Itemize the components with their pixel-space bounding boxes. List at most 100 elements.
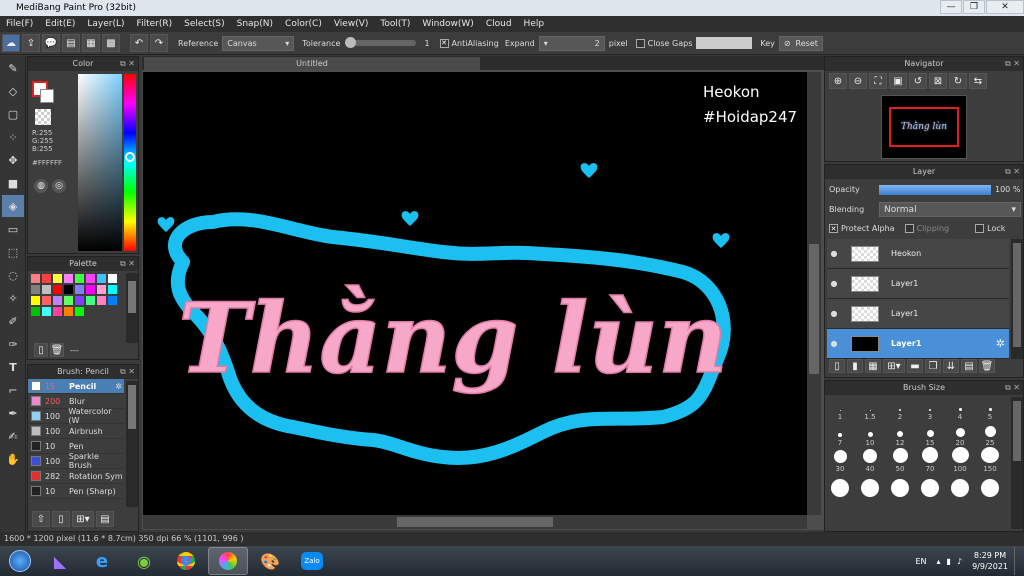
- panel-options-icon[interactable]: ⧉ ✕: [1005, 57, 1020, 71]
- scrollbar-thumb[interactable]: [128, 385, 136, 429]
- panel-options-icon[interactable]: ⧉ ✕: [120, 57, 135, 71]
- layer-settings-icon[interactable]: ▤: [961, 359, 977, 373]
- divide-icon[interactable]: ⌐: [2, 379, 24, 401]
- rectangle-icon[interactable]: ▢: [2, 103, 24, 125]
- fill-rect-icon[interactable]: ■: [2, 172, 24, 194]
- brush-size-option[interactable]: 2: [885, 395, 915, 421]
- layer-scrollbar[interactable]: [1011, 239, 1023, 359]
- taskbar-app-ie[interactable]: e: [82, 547, 122, 575]
- show-desktop-button[interactable]: [1014, 547, 1024, 575]
- palette-swatch[interactable]: [31, 307, 40, 316]
- brush-size-option[interactable]: [915, 473, 945, 499]
- scrollbar-thumb[interactable]: [128, 281, 136, 313]
- select-eraser-icon[interactable]: ✑: [2, 333, 24, 355]
- palette-swatch[interactable]: [97, 296, 106, 305]
- menu-view[interactable]: View(V): [328, 19, 375, 29]
- taskbar-app-visualstudio[interactable]: ◣: [40, 547, 80, 575]
- taskbar-app-green[interactable]: ◉: [124, 547, 164, 575]
- fit-icon[interactable]: ⛶: [869, 73, 887, 89]
- menu-file[interactable]: File(F): [0, 19, 39, 29]
- select-pen-icon[interactable]: ✐: [2, 310, 24, 332]
- taskbar-app-medibang[interactable]: [208, 547, 248, 575]
- reset-rotation-icon[interactable]: ⊠: [929, 73, 947, 89]
- eye-icon[interactable]: ●: [827, 279, 841, 288]
- folder-icon[interactable]: ▬: [907, 359, 923, 373]
- new-page-icon[interactable]: ▯: [34, 343, 48, 357]
- palette-swatch[interactable]: [86, 296, 95, 305]
- zoom-in-icon[interactable]: ⊕: [829, 73, 847, 89]
- eyedropper-icon[interactable]: ✒: [2, 402, 24, 424]
- start-button[interactable]: [2, 547, 38, 575]
- tolerance-slider[interactable]: [345, 37, 417, 48]
- cloud-icon[interactable]: ☁: [2, 34, 20, 52]
- brush-size-option[interactable]: 10: [855, 421, 885, 447]
- layer-item[interactable]: ● Layer1: [827, 299, 1009, 329]
- gear-icon[interactable]: ✲: [996, 337, 1005, 350]
- menu-snap[interactable]: Snap(N): [231, 19, 279, 29]
- text-icon[interactable]: T: [2, 356, 24, 378]
- brush-size-option[interactable]: 25: [975, 421, 1005, 447]
- brush-size-option[interactable]: 3: [915, 395, 945, 421]
- palette-swatch[interactable]: [64, 274, 73, 283]
- palette-swatch[interactable]: [75, 296, 84, 305]
- new-halftone-layer-icon[interactable]: ▮: [847, 359, 863, 373]
- eraser-icon[interactable]: ◇: [2, 80, 24, 102]
- palette-swatch[interactable]: [75, 285, 84, 294]
- navigator-thumbnail[interactable]: Thằng lùn: [881, 95, 967, 159]
- eye-icon[interactable]: ●: [827, 339, 841, 348]
- palette-swatch[interactable]: [42, 307, 51, 316]
- brush-size-option[interactable]: [825, 473, 855, 499]
- saturation-value-picker[interactable]: [78, 74, 122, 251]
- menu-color[interactable]: Color(C): [279, 19, 328, 29]
- upload-brush-icon[interactable]: ⇧: [32, 511, 50, 527]
- lasso-icon[interactable]: ◌: [2, 264, 24, 286]
- add-brush-icon[interactable]: ⊞▾: [72, 511, 94, 527]
- eye-icon[interactable]: ●: [827, 249, 841, 258]
- palette-swatch[interactable]: [31, 285, 40, 294]
- magic-wand-icon[interactable]: ✧: [2, 287, 24, 309]
- reset-button[interactable]: ⊘ Reset: [778, 35, 823, 51]
- undo-icon[interactable]: ↶: [130, 34, 148, 52]
- palette-swatch[interactable]: [53, 307, 62, 316]
- brush-size-option[interactable]: 1.5: [855, 395, 885, 421]
- menu-cloud[interactable]: Cloud: [480, 19, 518, 29]
- brush-scrollbar[interactable]: [126, 381, 138, 507]
- brush-size-option[interactable]: 70: [915, 447, 945, 473]
- bucket-icon[interactable]: ◈: [2, 195, 24, 217]
- palette-swatch[interactable]: [75, 274, 84, 283]
- taskbar-app-chrome[interactable]: [166, 547, 206, 575]
- lock-checkbox[interactable]: [975, 224, 985, 233]
- antialiasing-checkbox[interactable]: ✕: [439, 38, 449, 48]
- palette-swatch[interactable]: [86, 274, 95, 283]
- brush-settings-icon[interactable]: ▤: [96, 511, 114, 527]
- add-layer-menu-icon[interactable]: ⊞▾: [883, 359, 905, 373]
- panel-options-icon[interactable]: ⧉ ✕: [120, 365, 135, 379]
- menu-tool[interactable]: Tool(T): [374, 19, 416, 29]
- minimize-button[interactable]: —: [940, 0, 962, 14]
- share-icon[interactable]: ⇪: [22, 34, 40, 52]
- drawing-canvas[interactable]: Thằng lùn Heokon #Hoidap247: [143, 72, 807, 515]
- brush-size-option[interactable]: [885, 473, 915, 499]
- hue-slider[interactable]: [124, 74, 136, 251]
- panel-options-icon[interactable]: ⧉ ✕: [1005, 165, 1020, 179]
- clipping-checkbox[interactable]: [904, 224, 914, 233]
- hand-icon[interactable]: ✋: [2, 448, 24, 470]
- pen-icon[interactable]: ✍: [2, 425, 24, 447]
- background-color-swatch[interactable]: [40, 89, 54, 103]
- menu-layer[interactable]: Layer(L): [81, 19, 130, 29]
- brush-item-watercolor[interactable]: 100 Watercolor (W: [28, 407, 124, 425]
- scrollbar-thumb[interactable]: [397, 517, 553, 527]
- grid-icon[interactable]: ▩: [102, 34, 120, 52]
- brush-size-option[interactable]: 40: [855, 447, 885, 473]
- palette-swatch[interactable]: [108, 274, 117, 283]
- delete-layer-icon[interactable]: 🗑: [979, 359, 995, 373]
- protect-alpha-checkbox[interactable]: ✕: [829, 224, 838, 233]
- canvas-horizontal-scrollbar[interactable]: [143, 515, 807, 529]
- palette-swatch[interactable]: [86, 285, 95, 294]
- palette-swatch[interactable]: [108, 296, 117, 305]
- menu-window[interactable]: Window(W): [416, 19, 479, 29]
- volume-icon[interactable]: ♪: [957, 557, 962, 566]
- document-icon[interactable]: ▦: [82, 34, 100, 52]
- palette-swatch[interactable]: [42, 285, 51, 294]
- palette-swatch[interactable]: [53, 296, 62, 305]
